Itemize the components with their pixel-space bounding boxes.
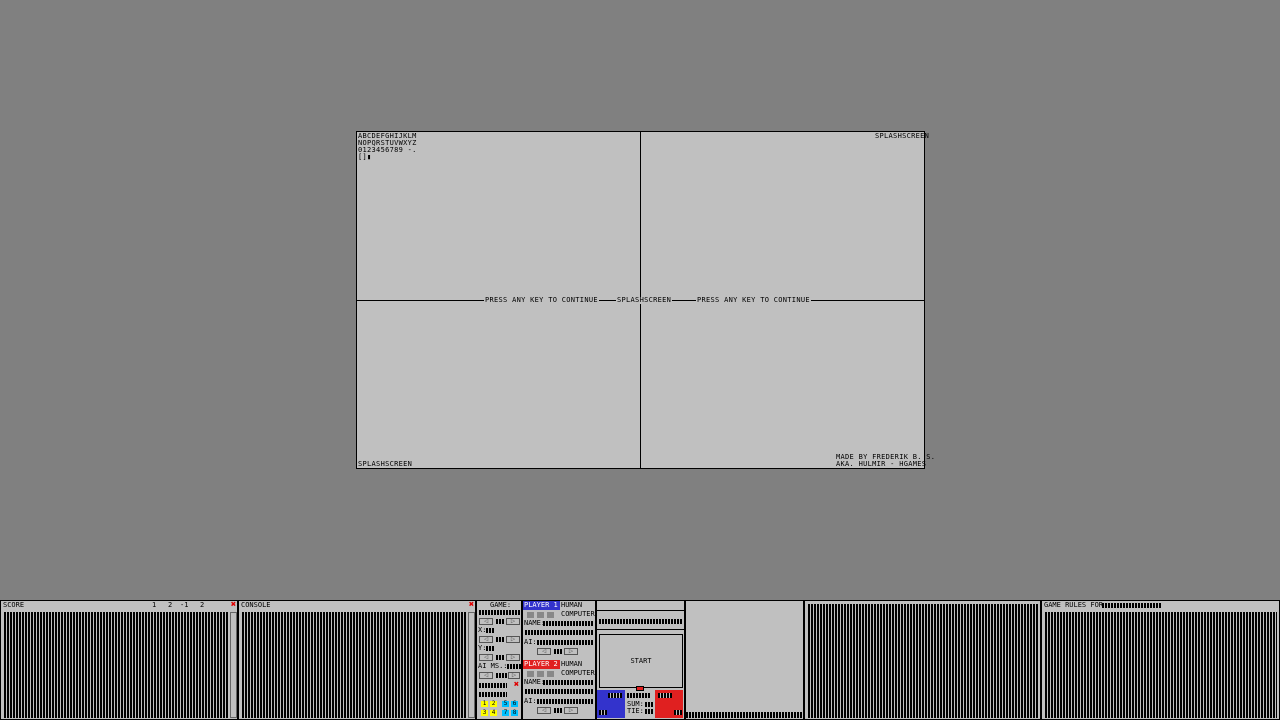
x-stepper-value bbox=[496, 637, 504, 642]
player2-name-label: NAME: bbox=[524, 678, 546, 686]
game-select-field[interactable] bbox=[479, 610, 521, 615]
charset-line-4: []▮ bbox=[358, 153, 372, 161]
player1-ai-prev-arrow-icon[interactable]: ◁ bbox=[537, 648, 551, 655]
player2-human-option[interactable]: HUMAN bbox=[561, 660, 582, 669]
x-prev-arrow-icon[interactable]: ◁ bbox=[479, 636, 493, 643]
player2-ai-value bbox=[554, 708, 562, 713]
player2-computer-option[interactable]: COMPUTER bbox=[561, 669, 595, 678]
y-prev-arrow-icon[interactable]: ◁ bbox=[479, 654, 493, 661]
score-scrollbar[interactable] bbox=[230, 612, 237, 718]
ai-ms-stepper-value bbox=[496, 673, 507, 678]
number-5[interactable]: 5 bbox=[502, 701, 509, 707]
game-value bbox=[496, 619, 504, 624]
y-stepper-value bbox=[496, 655, 504, 660]
console-close-icon[interactable]: ✖ bbox=[468, 601, 475, 610]
game-prev-arrow-icon[interactable]: ◁ bbox=[479, 618, 493, 625]
player1-computer-option[interactable]: COMPUTER bbox=[561, 610, 595, 619]
score-col-4: 2 bbox=[200, 601, 205, 609]
x-next-arrow-icon[interactable]: ▷ bbox=[506, 636, 520, 643]
tie-label: TIE: bbox=[627, 707, 644, 715]
console-panel: CONSOLE ✖ bbox=[238, 600, 476, 720]
ai-ms-value bbox=[507, 664, 521, 669]
player1-score-value bbox=[608, 693, 622, 698]
number-2[interactable]: 2 bbox=[490, 701, 497, 707]
player2-ai-next-arrow-icon[interactable]: ▷ bbox=[564, 707, 578, 714]
splash-title-bottom-left: SPLASHSCREEN bbox=[358, 460, 413, 468]
tie-value bbox=[645, 709, 653, 714]
start-indicator bbox=[636, 686, 644, 691]
rules-title: GAME RULES FOR bbox=[1044, 601, 1104, 609]
console-title: CONSOLE bbox=[241, 601, 271, 609]
start-button[interactable]: START bbox=[599, 634, 683, 688]
sum-value bbox=[645, 702, 653, 707]
round-value bbox=[627, 693, 651, 698]
player1-field bbox=[525, 630, 593, 635]
console-scrollbar[interactable] bbox=[468, 612, 475, 718]
player1-name-label: NAME: bbox=[524, 619, 546, 627]
player2-wins-value bbox=[674, 710, 682, 715]
player2-tag: PLAYER 2 bbox=[523, 660, 560, 669]
player1-ai-field[interactable] bbox=[537, 640, 593, 645]
option-field-2 bbox=[479, 692, 507, 697]
option-field bbox=[479, 683, 507, 688]
score-list bbox=[4, 612, 228, 718]
status-field bbox=[599, 619, 683, 624]
game-settings-panel: GAME: ◁ ▷ X: ◁ ▷ Y: ◁ ▷ AI MS.: ◁ ▷ ✖ 1 … bbox=[476, 600, 522, 720]
number-6[interactable]: 6 bbox=[511, 701, 518, 707]
start-divider-2 bbox=[597, 629, 684, 630]
score-title: SCORE bbox=[3, 601, 25, 609]
splash-title-center: SPLASHSCREEN bbox=[616, 296, 673, 304]
preview-status bbox=[686, 712, 803, 718]
player1-ai-value bbox=[554, 649, 562, 654]
info-panel bbox=[804, 600, 1041, 720]
score-close-icon[interactable]: ✖ bbox=[230, 601, 237, 610]
player2-name-input[interactable] bbox=[543, 680, 593, 685]
option-close-icon[interactable]: ✖ bbox=[513, 681, 520, 690]
number-4[interactable]: 4 bbox=[490, 710, 497, 716]
rules-panel: GAME RULES FOR bbox=[1041, 600, 1280, 720]
ai-ms-label: AI MS.: bbox=[478, 662, 508, 670]
player2-ai-prev-arrow-icon[interactable]: ◁ bbox=[537, 707, 551, 714]
score-col-2: 2 bbox=[168, 601, 173, 609]
press-key-right: PRESS ANY KEY TO CONTINUE bbox=[696, 296, 811, 304]
start-divider bbox=[597, 610, 684, 611]
score-panel: SCORE 1 2 -1 2 ✖ bbox=[0, 600, 238, 720]
credit-line-2: AKA. HULMIR - HGAMES bbox=[836, 460, 927, 468]
player1-ai-next-arrow-icon[interactable]: ▷ bbox=[564, 648, 578, 655]
press-key-left: PRESS ANY KEY TO CONTINUE bbox=[484, 296, 599, 304]
y-value bbox=[486, 646, 494, 651]
player1-name-input[interactable] bbox=[543, 621, 593, 626]
game-label: GAME: bbox=[490, 601, 512, 609]
number-8[interactable]: 8 bbox=[511, 710, 518, 716]
players-panel: PLAYER 1 HUMAN COMPUTER NAME: AI: ◁ ▷ PL… bbox=[522, 600, 596, 720]
player1-human-option[interactable]: HUMAN bbox=[561, 601, 582, 610]
number-7[interactable]: 7 bbox=[502, 710, 509, 716]
y-next-arrow-icon[interactable]: ▷ bbox=[506, 654, 520, 661]
number-1[interactable]: 1 bbox=[481, 701, 488, 707]
player2-ai-field[interactable] bbox=[537, 699, 593, 704]
game-next-arrow-icon[interactable]: ▷ bbox=[506, 618, 520, 625]
player2-score-value bbox=[658, 693, 672, 698]
number-3[interactable]: 3 bbox=[481, 710, 488, 716]
rules-game-name bbox=[1102, 603, 1162, 608]
player1-tag: PLAYER 1 bbox=[523, 601, 560, 610]
player2-color-options[interactable] bbox=[527, 671, 557, 677]
score-col-1: 1 bbox=[152, 601, 157, 609]
score-col-3: -1 bbox=[180, 601, 189, 609]
ai-ms-next-arrow-icon[interactable]: ▷ bbox=[508, 672, 520, 679]
start-label: START bbox=[630, 656, 652, 665]
player1-wins-value bbox=[599, 710, 607, 715]
info-list bbox=[808, 604, 1038, 718]
console-log bbox=[242, 612, 466, 718]
x-value bbox=[486, 628, 494, 633]
preview-panel bbox=[685, 600, 804, 720]
player1-color-options[interactable] bbox=[527, 612, 557, 618]
player1-ai-label: AI: bbox=[524, 638, 537, 646]
splash-title-top-right: SPLASHSCREEN bbox=[875, 132, 930, 140]
player2-field bbox=[525, 689, 593, 694]
rules-text bbox=[1045, 612, 1277, 718]
player2-ai-label: AI: bbox=[524, 697, 537, 705]
ai-ms-prev-arrow-icon[interactable]: ◁ bbox=[479, 672, 493, 679]
